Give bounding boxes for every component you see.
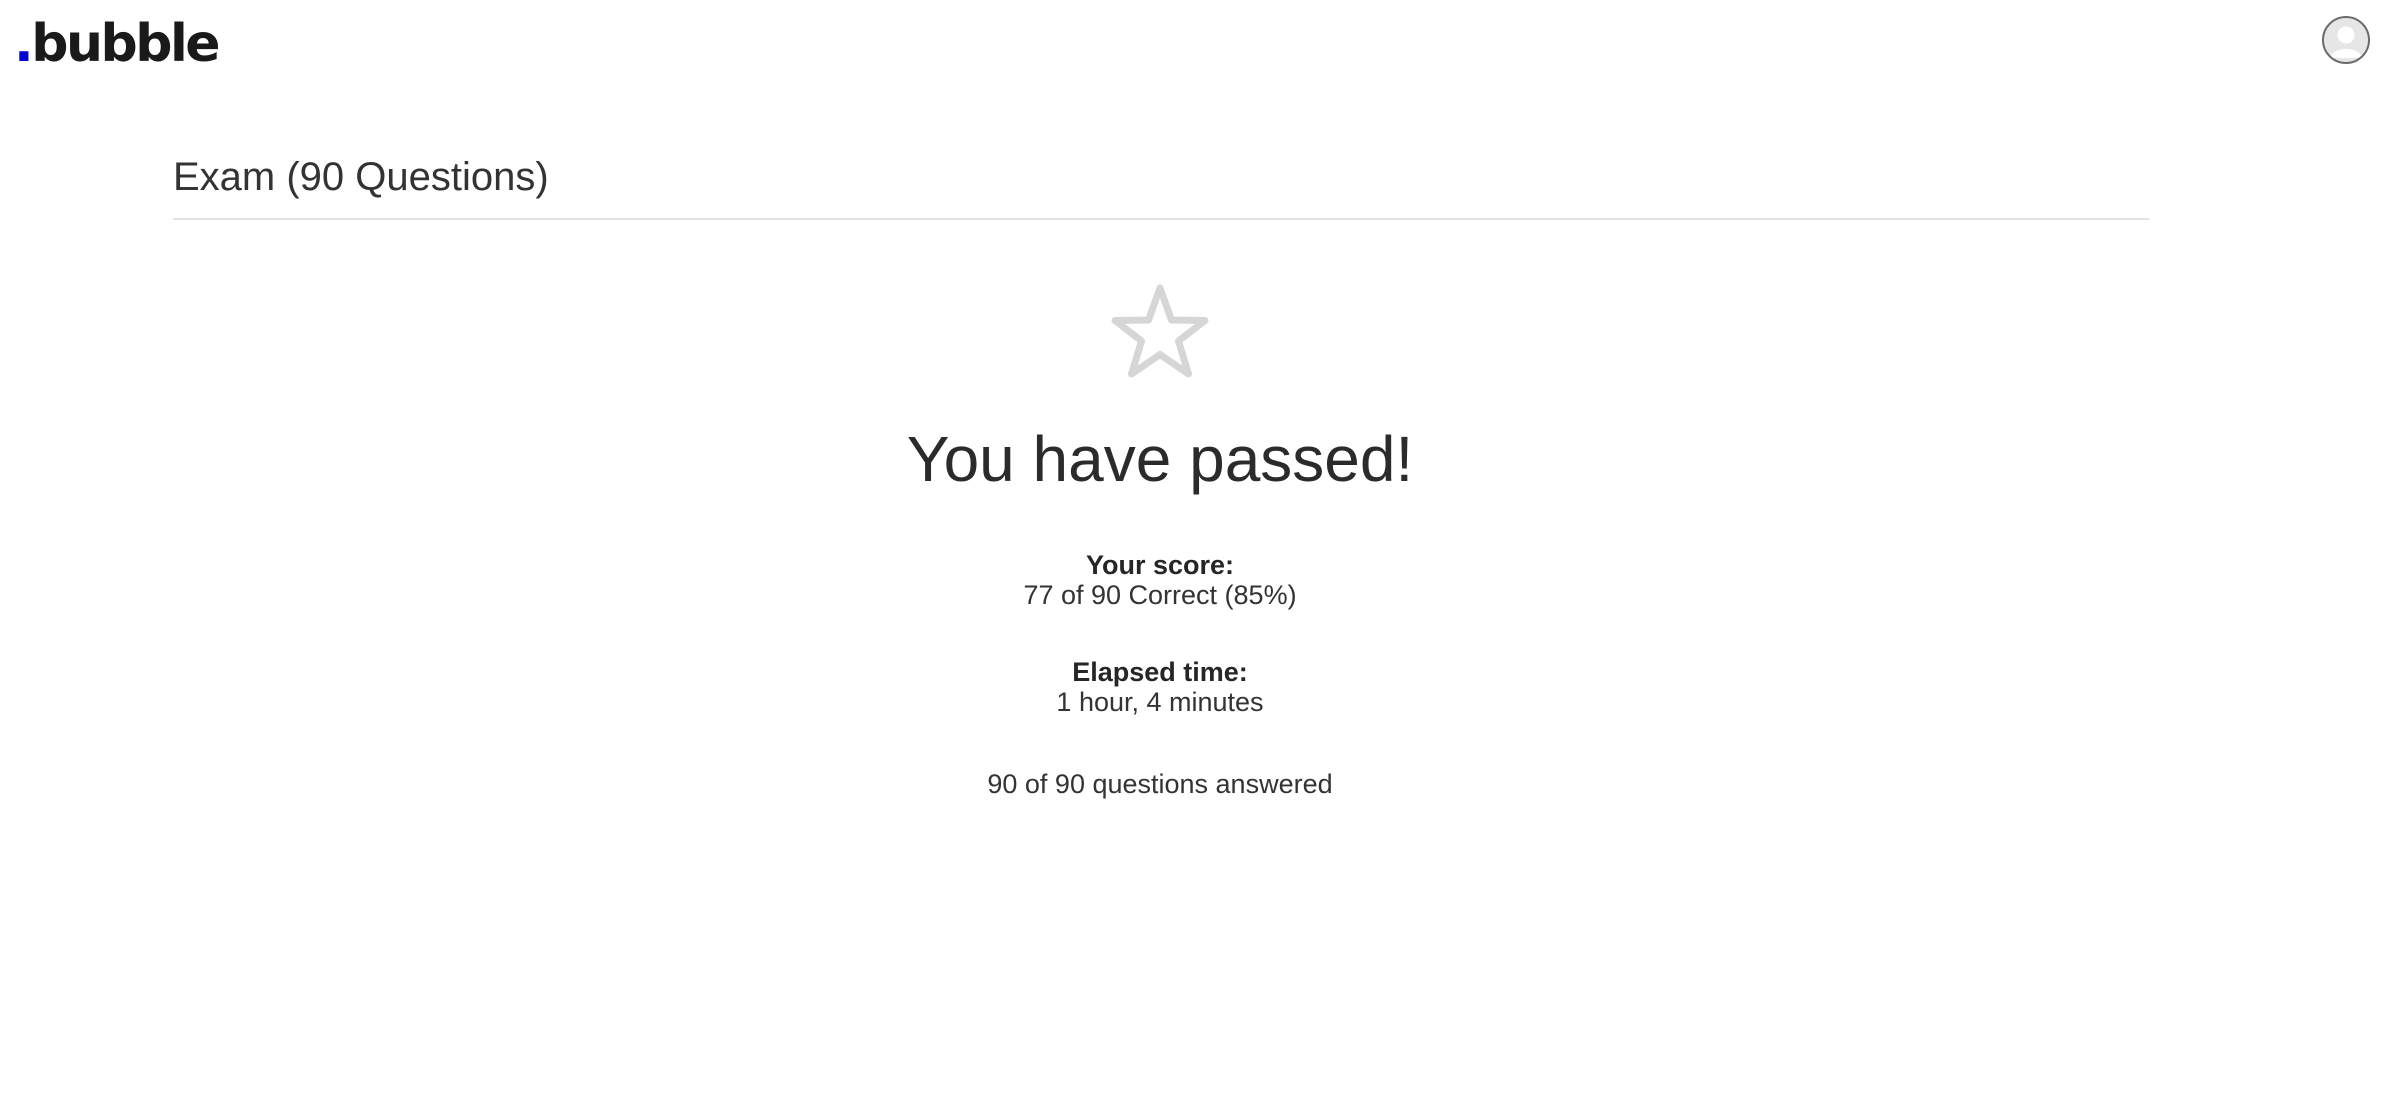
score-value: 77 of 90 Correct (85%)	[1023, 580, 1297, 610]
elapsed-time-block: Elapsed time: 1 hour, 4 minutes	[0, 657, 2320, 717]
elapsed-time-value: 1 hour, 4 minutes	[1056, 687, 1264, 717]
top-bar: .bubble	[0, 0, 2400, 90]
user-avatar-button[interactable]	[2322, 16, 2370, 64]
questions-answered-text: 90 of 90 questions answered	[987, 769, 1333, 799]
elapsed-time-label: Elapsed time:	[1072, 657, 1248, 687]
logo-text: bubble	[31, 14, 220, 74]
bubble-logo[interactable]: .bubble	[14, 14, 221, 74]
result-panel: You have passed! Your score: 77 of 90 Co…	[0, 280, 2320, 799]
logo-dot: .	[14, 14, 34, 74]
exam-title: Exam (90 Questions)	[173, 155, 549, 199]
exam-header: Exam (90 Questions)	[173, 150, 2149, 220]
star-outline-icon	[1111, 284, 1209, 378]
score-label: Your score:	[1085, 550, 1235, 580]
score-block: Your score: 77 of 90 Correct (85%)	[0, 550, 2320, 610]
user-avatar-icon	[2324, 18, 2368, 62]
result-title: You have passed!	[906, 423, 1414, 495]
